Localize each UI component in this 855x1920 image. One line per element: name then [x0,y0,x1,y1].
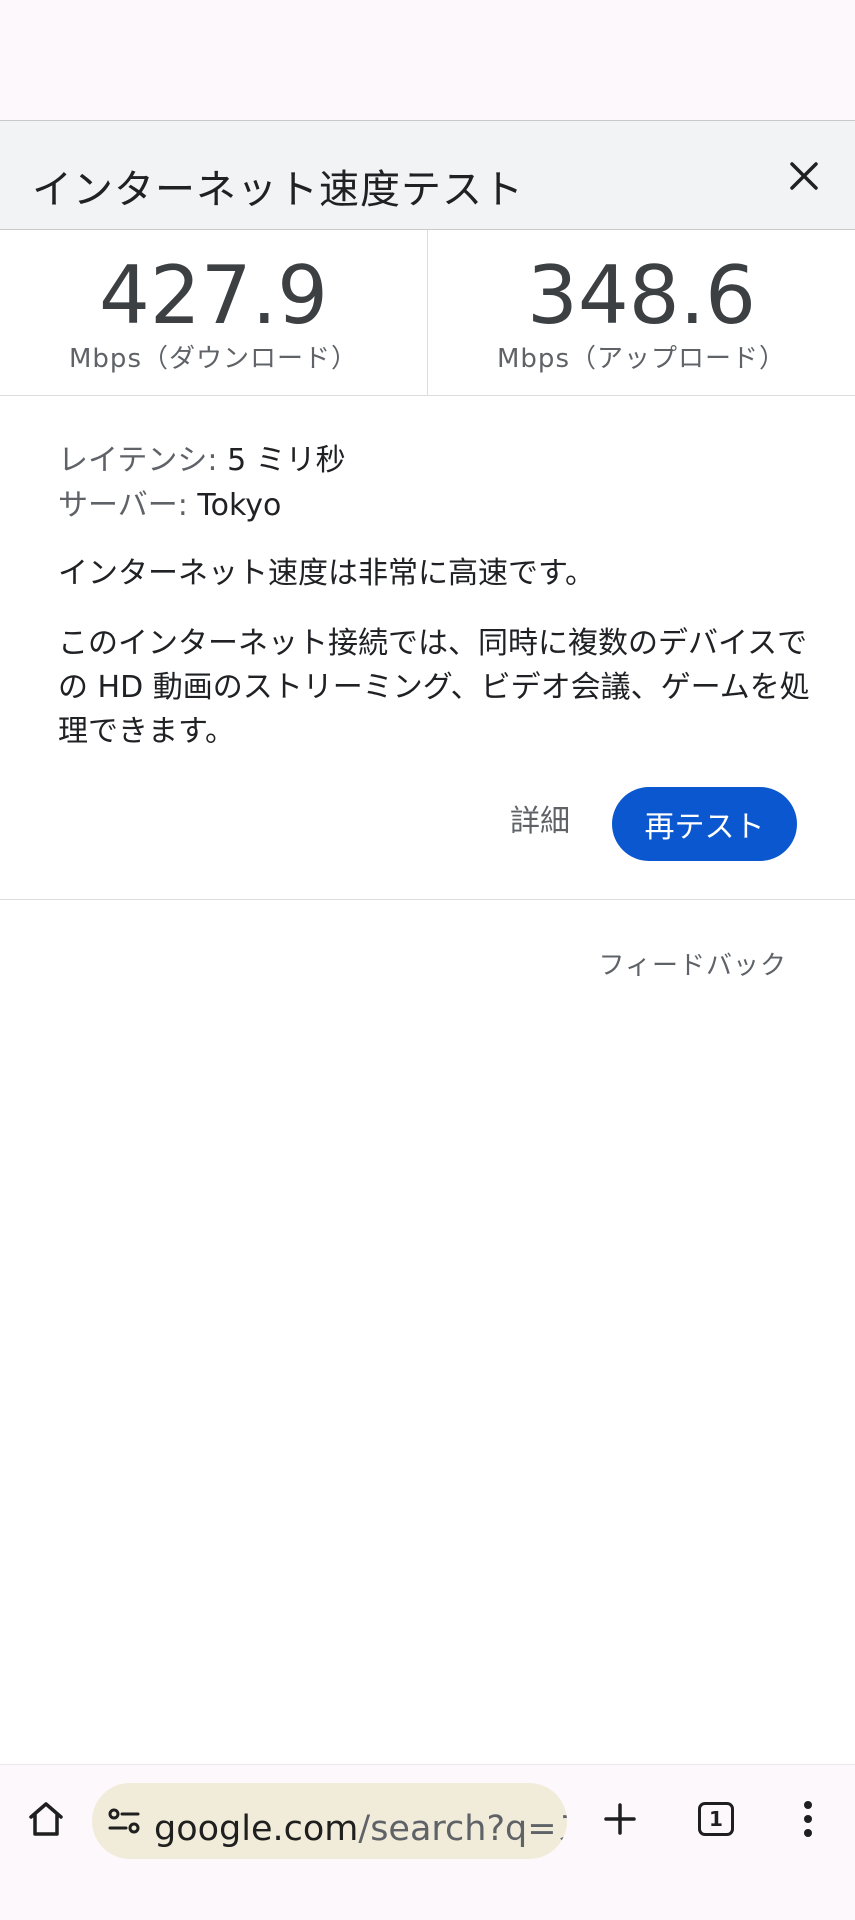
feedback-link[interactable]: フィードバック [599,945,787,982]
address-bar[interactable]: google.com/search?q=スピ [92,1783,567,1859]
download-result: 427.9 Mbps（ダウンロード） [0,230,427,396]
speed-test-title: インターネット速度テスト [32,167,524,213]
latency-label: レイテンシ: [58,443,218,478]
url-text: google.com/search?q=スピ [154,1800,567,1851]
speed-summary: インターネット速度は非常に高速です。 [58,556,595,591]
plus-icon [604,1803,636,1835]
tune-icon[interactable] [106,1803,142,1839]
download-speed: 427.9 [98,249,329,342]
speed-description: このインターネット接続では、同時に複数のデバイスでの HD 動画のストリーミング… [58,626,810,749]
more-vert-icon [804,1801,812,1837]
home-button[interactable] [18,1791,74,1847]
upload-result: 348.6 Mbps（アップロード） [428,230,855,396]
server-value: Tokyo [197,488,282,523]
status-bar-area [0,0,855,120]
new-tab-button[interactable] [592,1791,648,1847]
close-button[interactable] [775,147,833,205]
card-divider [0,899,855,900]
url-domain: google.com [154,1809,359,1849]
speed-test-header: インターネット速度テスト [0,120,855,230]
upload-speed: 348.6 [526,249,757,342]
home-icon [29,1802,63,1836]
upload-unit: Mbps（アップロード） [497,344,786,374]
latency-value: 5 ミリ秒 [227,443,346,478]
url-path: /search?q=スピ [358,1809,567,1849]
browser-toolbar: google.com/search?q=スピ 1 [0,1764,855,1920]
close-icon [790,162,818,190]
details-link[interactable]: 詳細 [510,796,570,840]
tab-count: 1 [709,1807,723,1831]
test-details: レイテンシ: 5 ミリ秒 サーバー: Tokyo [58,438,818,528]
server-row: サーバー: Tokyo [58,483,818,528]
search-results-page: インターネット速度テスト 427.9 Mbps（ダウンロード） 348.6 Mb… [0,120,855,1764]
tab-switcher-button[interactable]: 1 [688,1791,744,1847]
server-label: サーバー: [58,488,188,523]
download-unit: Mbps（ダウンロード） [69,344,358,374]
retest-button[interactable]: 再テスト [612,787,797,861]
tab-switcher-icon: 1 [698,1802,734,1836]
latency-row: レイテンシ: 5 ミリ秒 [58,438,818,483]
speed-results: 427.9 Mbps（ダウンロード） 348.6 Mbps（アップロード） [0,230,855,396]
menu-button[interactable] [780,1791,836,1847]
